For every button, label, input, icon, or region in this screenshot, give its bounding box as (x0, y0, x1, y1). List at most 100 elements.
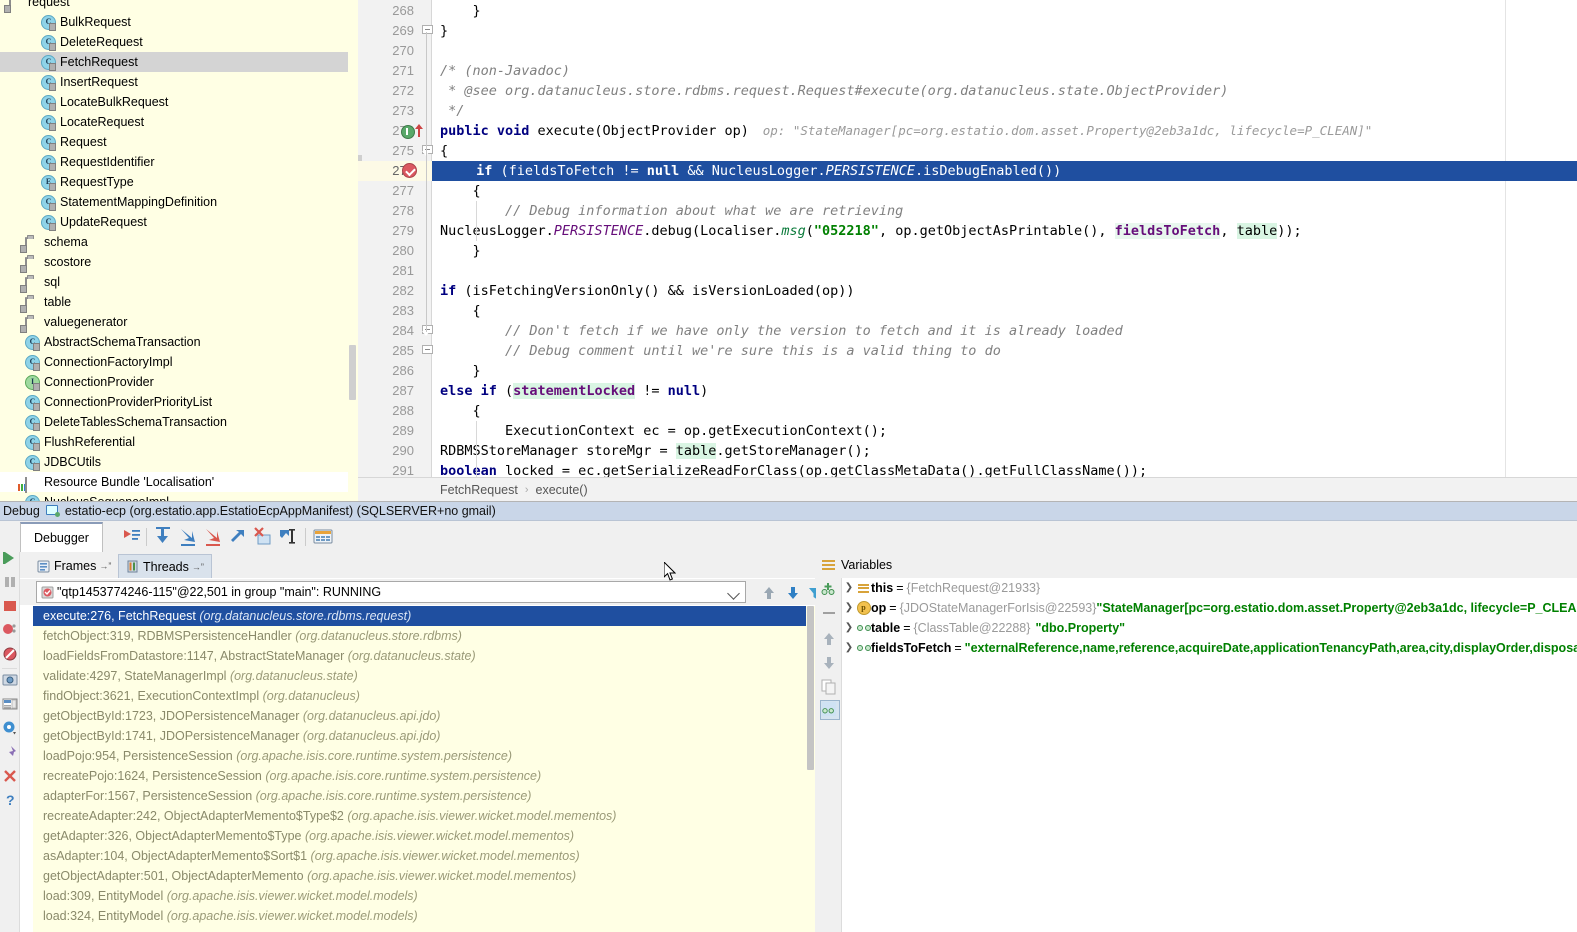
run-to-cursor-icon[interactable] (277, 526, 299, 548)
previous-frame-icon[interactable] (760, 584, 778, 602)
copy-value-icon[interactable] (820, 678, 838, 696)
step-out-icon[interactable] (227, 526, 249, 548)
breadcrumb[interactable]: FetchRequest › execute() (358, 477, 1577, 501)
variables-list[interactable]: ❯this={FetchRequest@21933}❯pop={JDOState… (842, 578, 1577, 932)
project-tree-scroll-thumb[interactable] (349, 345, 356, 400)
code-lines[interactable]: 268 }269}270271/* (non-Javadoc)272 * @se… (358, 0, 1577, 477)
tree-item[interactable]: CDeleteTablesSchemaTransaction (0, 412, 352, 432)
frame-row[interactable]: getObjectById:1723, JDOPersistenceManage… (33, 706, 815, 726)
tree-item[interactable]: CStatementMappingDefinition (0, 192, 352, 212)
frame-row[interactable]: recreateAdapter:242, ObjectAdapterMement… (33, 806, 815, 826)
expand-chevron-icon[interactable]: ❯ (842, 638, 856, 658)
code-line[interactable]: // Debug comment until we're sure this i… (440, 341, 1001, 361)
tab-frames[interactable]: Frames→” (30, 554, 118, 578)
view-breakpoints-icon[interactable] (2, 622, 18, 638)
frames-list[interactable]: execute:276, FetchRequest (org.datanucle… (33, 606, 815, 932)
next-frame-icon[interactable] (784, 584, 802, 602)
code-line[interactable]: } (440, 361, 481, 381)
debug-side-toolbar[interactable]: ? (0, 522, 20, 932)
tree-item[interactable]: CLocateRequest (0, 112, 352, 132)
expand-chevron-icon[interactable]: ❯ (842, 618, 856, 638)
frame-row[interactable]: loadFieldsFromDatastore:1147, AbstractSt… (33, 646, 815, 666)
frame-row[interactable]: adapterFor:1567, PersistenceSession (org… (33, 786, 815, 806)
frames-tabs[interactable]: Frames→”Threads→” (20, 552, 815, 578)
tree-item[interactable]: CLocateBulkRequest (0, 92, 352, 112)
pin-icon[interactable]: →” (99, 561, 111, 571)
code-line[interactable]: { (440, 301, 481, 321)
thread-selector[interactable]: "qtp1453774246-115"@22,501 in group "mai… (36, 581, 746, 603)
resume-program-icon[interactable] (2, 550, 18, 566)
code-line[interactable]: } (440, 241, 481, 261)
variable-row[interactable]: ❯fieldsToFetch="externalReference,name,r… (842, 638, 1577, 658)
frame-row[interactable]: findObject:3621, ExecutionContextImpl (o… (33, 686, 815, 706)
code-line[interactable]: if (isFetchingVersionOnly() && isVersion… (440, 281, 855, 301)
frame-row[interactable]: loadPojo:954, PersistenceSession (org.ap… (33, 746, 815, 766)
tree-item[interactable]: CNucleusSequenceImpl (0, 492, 352, 501)
tree-item[interactable]: schema (0, 232, 352, 252)
get-thread-dump-icon[interactable] (2, 672, 18, 688)
tree-item[interactable]: CRequestIdentifier (0, 152, 352, 172)
code-line[interactable]: } (440, 21, 448, 41)
variable-row[interactable]: ❯this={FetchRequest@21933} (842, 578, 1577, 598)
project-tree[interactable]: requestCBulkRequestCDeleteRequestCFetchR… (0, 0, 352, 501)
code-line[interactable]: NucleusLogger.PERSISTENCE.debug(Localise… (440, 221, 1302, 241)
code-line[interactable]: /* (non-Javadoc) (440, 61, 570, 81)
frames-scroll-thumb[interactable] (807, 606, 814, 770)
run-method-icon[interactable] (401, 125, 415, 139)
frame-row[interactable]: validate:4297, StateManagerImpl (org.dat… (33, 666, 815, 686)
inspect-icon[interactable] (820, 700, 840, 720)
tree-item-selected[interactable]: CFetchRequest (0, 52, 352, 72)
method-override-icon[interactable] (415, 124, 424, 138)
code-line[interactable]: RDBMSStoreManager storeMgr = table.getSt… (440, 441, 871, 461)
step-over-icon[interactable] (152, 526, 174, 548)
tree-item[interactable]: request (0, 0, 352, 12)
code-line[interactable]: { (440, 141, 448, 161)
tree-item[interactable]: CAbstractSchemaTransaction (0, 332, 352, 352)
step-into-icon[interactable] (177, 526, 199, 548)
tree-item[interactable]: CFlushReferential (0, 432, 352, 452)
debugger-toolbar[interactable]: Debugger (0, 522, 1577, 552)
frame-row[interactable]: getAdapter:326, ObjectAdapterMemento$Typ… (33, 826, 815, 846)
variable-row[interactable]: ❯pop={JDOStateManagerForIsis@22593}"Stat… (842, 598, 1577, 618)
fold-marker-icon[interactable] (422, 145, 432, 156)
frame-row[interactable]: load:309, EntityModel (org.apache.isis.v… (33, 886, 815, 906)
tree-item[interactable]: CUpdateRequest (0, 212, 352, 232)
expand-chevron-icon[interactable]: ❯ (842, 598, 856, 618)
variables-side-toolbar[interactable] (816, 578, 842, 932)
frames-scrollbar[interactable] (806, 606, 815, 932)
code-line[interactable]: { (440, 401, 481, 421)
frame-row[interactable]: recreatePojo:1624, PersistenceSession (o… (33, 766, 815, 786)
stop-icon[interactable] (2, 598, 18, 614)
pin-tab-icon[interactable] (2, 744, 18, 760)
add-watch-icon[interactable] (820, 582, 838, 600)
tree-item[interactable]: CBulkRequest (0, 12, 352, 32)
code-line[interactable]: // Don't fetch if we have only the versi… (440, 321, 1123, 341)
tab-debugger[interactable]: Debugger (20, 522, 103, 552)
code-editor[interactable]: 268 }269}270271/* (non-Javadoc)272 * @se… (358, 0, 1577, 477)
breadcrumb-class[interactable]: FetchRequest (440, 483, 518, 497)
tree-item[interactable]: valuegenerator (0, 312, 352, 332)
frame-row[interactable]: load:324, EntityModel (org.apache.isis.v… (33, 906, 815, 926)
expand-chevron-icon[interactable]: ❯ (842, 578, 856, 598)
code-line[interactable]: if (fieldsToFetch != null && NucleusLogg… (476, 161, 1061, 181)
variable-row[interactable]: ❯table={ClassTable@22288}"dbo.Property" (842, 618, 1577, 638)
tree-item[interactable]: CJDBCUtils (0, 452, 352, 472)
frame-row-selected[interactable]: execute:276, FetchRequest (org.datanucle… (33, 606, 815, 626)
force-step-into-icon[interactable] (202, 526, 224, 548)
tree-item[interactable]: CInsertRequest (0, 72, 352, 92)
help-icon[interactable]: ? (2, 792, 18, 808)
fold-marker-icon[interactable] (422, 25, 432, 36)
remove-watch-icon[interactable] (820, 604, 838, 622)
settings-icon[interactable] (2, 720, 18, 736)
code-line[interactable]: * @see org.datanucleus.store.rdbms.reque… (440, 81, 1228, 101)
tree-item[interactable]: sql (0, 272, 352, 292)
chevron-down-icon[interactable] (727, 587, 740, 600)
code-line[interactable]: { (440, 181, 481, 201)
code-line[interactable]: boolean locked = ec.getSerializeReadForC… (440, 461, 1147, 477)
pause-program-icon[interactable] (2, 574, 18, 590)
tree-item[interactable]: CRequest (0, 132, 352, 152)
code-line[interactable]: */ (440, 101, 464, 121)
code-line[interactable]: ExecutionContext ec = op.getExecutionCon… (440, 421, 887, 441)
mute-breakpoints-icon[interactable] (2, 646, 18, 662)
tree-item[interactable]: table (0, 292, 352, 312)
